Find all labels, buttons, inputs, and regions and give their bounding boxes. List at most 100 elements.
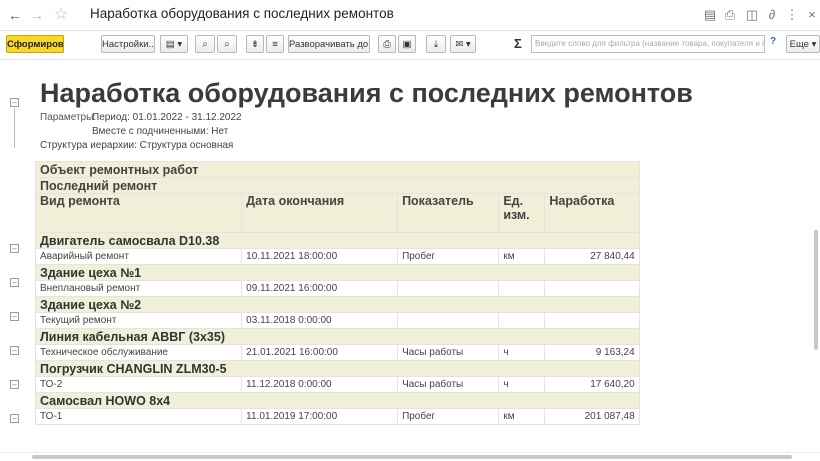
repair-type-cell: Аварийный ремонт	[34, 248, 243, 265]
unit-cell: км	[498, 408, 546, 425]
header-unit-line2: изм.	[503, 208, 530, 222]
send-mail-dropdown[interactable]: ✉ ▾	[450, 35, 476, 53]
more-button-label: Еще	[789, 39, 809, 50]
indicator-cell: Часы работы	[397, 344, 500, 361]
runtime-cell	[544, 312, 640, 329]
group-row[interactable]: Самосвал HOWO 8x4	[35, 392, 812, 409]
back-arrow-icon[interactable]: ←	[6, 6, 24, 24]
repair-type-cell: Внеплановый ремонт	[34, 280, 243, 297]
forward-arrow-icon[interactable]: →	[28, 6, 46, 24]
header-repair-type: Вид ремонта	[34, 193, 243, 233]
print-icon[interactable]: ⎙	[722, 7, 738, 23]
end-date-cell: 09.11.2021 16:00:00	[241, 280, 399, 297]
report-area: – Наработка оборудования с последних рем…	[0, 60, 812, 452]
end-date-cell: 11.01.2019 17:00:00	[241, 408, 399, 425]
settings-button[interactable]: Настройки...	[101, 35, 155, 53]
group-line	[14, 108, 15, 148]
collapse-group-icon[interactable]: –	[10, 380, 19, 389]
header-unit: Ед. изм.	[498, 193, 546, 233]
unit-cell: км	[498, 248, 546, 265]
unit-cell	[498, 280, 546, 297]
indicator-cell	[397, 312, 500, 329]
collapse-groups-icon[interactable]: ⇟	[246, 35, 264, 53]
param-hierarchy: Структура иерархии: Структура основная	[40, 140, 234, 151]
generate-button[interactable]: Сформировать	[6, 35, 64, 53]
indicator-cell: Часы работы	[397, 376, 500, 393]
group-row[interactable]: Здание цеха №1	[35, 264, 812, 281]
unit-cell	[498, 312, 546, 329]
runtime-cell: 201 087,48	[544, 408, 640, 425]
group-row[interactable]: Погрузчик CHANGLIN ZLM30-5	[35, 360, 812, 377]
expand-groups-icon[interactable]: ≡	[266, 35, 284, 53]
end-date-cell: 21.01.2021 16:00:00	[241, 344, 399, 361]
save-icon[interactable]: ▤	[702, 7, 718, 23]
expand-to-dropdown[interactable]: Разворачивать до ▾	[288, 35, 370, 53]
help-icon[interactable]: ?	[770, 36, 776, 47]
collapse-group-icon[interactable]: –	[10, 312, 19, 321]
expand-to-label: Разворачивать до	[289, 39, 369, 50]
group-row[interactable]: Двигатель самосвала D10.38	[35, 232, 812, 249]
runtime-cell: 17 640,20	[544, 376, 640, 393]
collapse-group-icon[interactable]: –	[10, 346, 19, 355]
header-object: Объект ремонтных работ	[35, 161, 640, 178]
detail-row[interactable]: Техническое обслуживание 21.01.2021 16:0…	[34, 344, 812, 361]
variants-dropdown[interactable]: ▤ ▾	[160, 35, 188, 53]
unit-cell: ч	[498, 376, 546, 393]
favorite-star-icon[interactable]: ☆	[52, 6, 70, 24]
report-title: Наработка оборудования с последних ремон…	[40, 78, 693, 108]
search-icon[interactable]: ⌕	[195, 35, 215, 53]
header-indicator: Показатель	[397, 193, 500, 233]
collapse-group-icon[interactable]: –	[10, 278, 19, 287]
find-next-icon[interactable]: ⌕	[217, 35, 237, 53]
print-button-icon[interactable]: ⎙	[378, 35, 396, 53]
header-row-columns: Вид ремонта Дата окончания Показатель Ед…	[34, 193, 812, 233]
detail-row[interactable]: ТО-1 11.01.2019 17:00:00 Пробег км 201 0…	[34, 408, 812, 425]
param-period: Период: 01.01.2022 - 31.12.2022	[92, 112, 242, 123]
header-row-object: Объект ремонтных работ	[35, 161, 812, 178]
header-row-last-repair: Последний ремонт	[35, 177, 812, 194]
detail-row[interactable]: ТО-2 11.12.2018 0:00:00 Часы работы ч 17…	[34, 376, 812, 393]
detail-row[interactable]: Аварийный ремонт 10.11.2021 18:00:00 Про…	[34, 248, 812, 265]
group-name: Здание цеха №1	[35, 264, 640, 281]
link-icon[interactable]: ∂	[764, 7, 780, 22]
group-name: Здание цеха №2	[35, 296, 640, 313]
vertical-scroll-thumb[interactable]	[814, 230, 818, 350]
repair-type-cell: Техническое обслуживание	[34, 344, 243, 361]
group-name: Двигатель самосвала D10.38	[35, 232, 640, 249]
params-label: Параметры:	[40, 112, 97, 123]
indicator-cell	[397, 280, 500, 297]
window-title: Наработка оборудования с последних ремон…	[90, 6, 394, 21]
vertical-scrollbar[interactable]	[812, 60, 820, 452]
more-button[interactable]: Еще ▾	[786, 35, 820, 53]
title-bar: ← → ☆ Наработка оборудования с последних…	[0, 0, 820, 31]
indicator-cell: Пробег	[397, 408, 500, 425]
filter-search-input[interactable]: Введите слово для фильтра (название това…	[531, 35, 765, 53]
runtime-cell: 9 163,24	[544, 344, 640, 361]
horizontal-scroll-thumb[interactable]	[32, 455, 792, 459]
group-row[interactable]: Линия кабельная АВВГ (3х35)	[35, 328, 812, 345]
group-name: Самосвал HOWO 8x4	[35, 392, 640, 409]
group-name: Линия кабельная АВВГ (3х35)	[35, 328, 640, 345]
detail-row[interactable]: Внеплановый ремонт 09.11.2021 16:00:00	[34, 280, 812, 297]
header-runtime: Наработка	[544, 193, 640, 233]
header-end-date: Дата окончания	[241, 193, 399, 233]
collapse-group-icon[interactable]: –	[10, 414, 19, 423]
repair-type-cell: ТО-2	[34, 376, 243, 393]
group-row[interactable]: Здание цеха №2	[35, 296, 812, 313]
report-table: Объект ремонтных работ Последний ремонт …	[34, 161, 812, 425]
collapse-group-icon[interactable]: –	[10, 244, 19, 253]
group-name: Погрузчик CHANGLIN ZLM30-5	[35, 360, 640, 377]
download-icon[interactable]: ⤓	[426, 35, 446, 53]
repair-type-cell: ТО-1	[34, 408, 243, 425]
print-preview-icon[interactable]: ▣	[398, 35, 416, 53]
preview-icon[interactable]: ◫	[744, 7, 760, 23]
unit-cell: ч	[498, 344, 546, 361]
runtime-cell	[544, 280, 640, 297]
end-date-cell: 10.11.2021 18:00:00	[241, 248, 399, 265]
collapse-header-icon[interactable]: –	[10, 98, 19, 107]
repair-type-cell: Текущий ремонт	[34, 312, 243, 329]
close-icon[interactable]: ×	[804, 7, 820, 22]
detail-row[interactable]: Текущий ремонт 03.11.2018 0:00:00	[34, 312, 812, 329]
sum-sigma-icon[interactable]: Σ	[514, 36, 522, 51]
more-dots-icon[interactable]: ⋮	[784, 7, 800, 23]
